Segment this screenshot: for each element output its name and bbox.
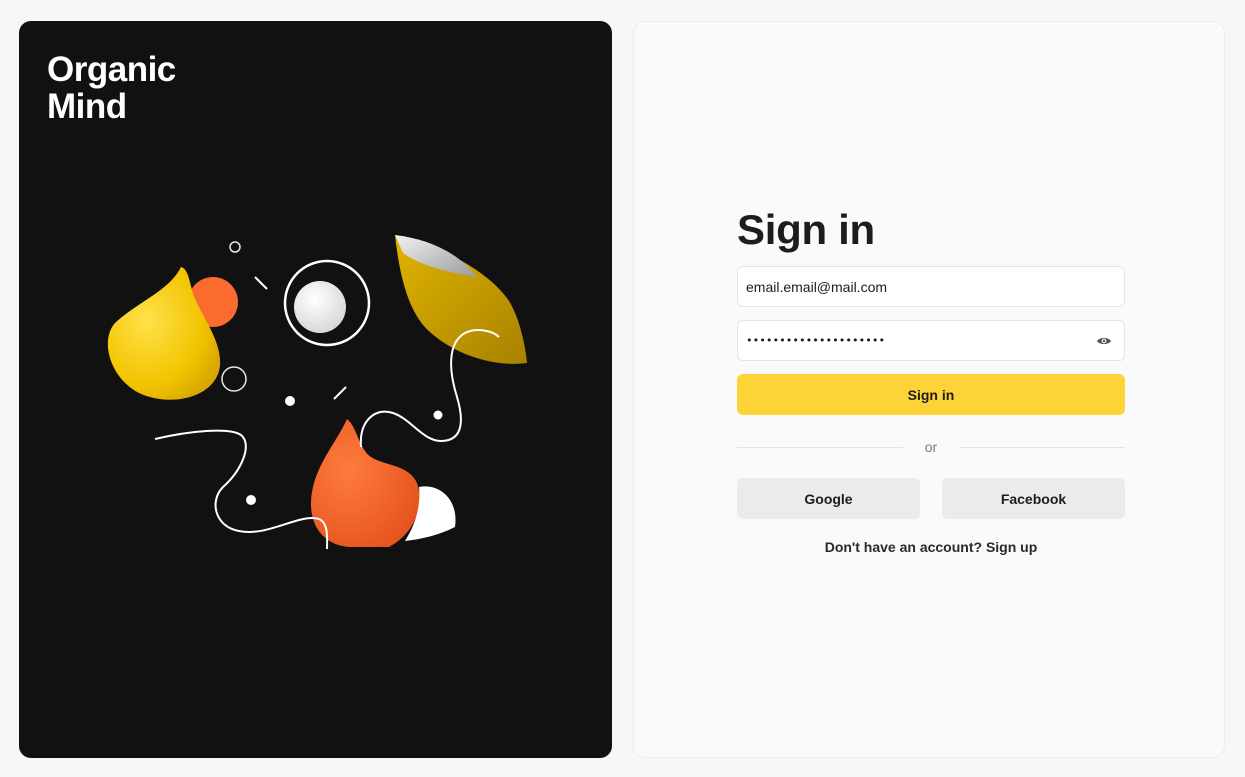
or-divider: or: [737, 437, 1125, 457]
dot: [285, 396, 295, 406]
divider-text: or: [924, 439, 938, 455]
facebook-button[interactable]: Facebook: [942, 478, 1125, 519]
squiggle-line-left: [154, 429, 329, 550]
google-button[interactable]: Google: [737, 478, 920, 519]
illustration-panel: Organic Mind: [19, 21, 612, 758]
form-panel: Sign in Sign in or Google Fac: [633, 21, 1225, 758]
sign-in-form: Sign in Sign in or Google Fac: [737, 206, 1125, 555]
password-field[interactable]: [737, 320, 1125, 361]
sign-in-page: Organic Mind Sign in email.email@mail.co…: [0, 0, 1245, 777]
divider-line: [958, 446, 1125, 448]
email-input[interactable]: [738, 267, 1124, 306]
eye-icon[interactable]: [1096, 335, 1112, 347]
page-title: Sign in: [737, 206, 875, 253]
sign-in-button[interactable]: Sign in: [737, 374, 1125, 415]
signup-prompt-text: Don't have an account?: [824, 539, 983, 555]
orange-blob: [310, 419, 420, 547]
abstract-shapes-illustration: [107, 235, 527, 550]
small-ring: [229, 241, 241, 253]
signup-prompt: Don't have an account? Sign up: [737, 539, 1125, 555]
email-field[interactable]: [737, 266, 1125, 307]
sign-up-link[interactable]: Sign up: [986, 539, 1037, 555]
divider-line: [737, 446, 903, 448]
dot: [433, 410, 443, 420]
ring: [221, 366, 247, 392]
social-login-buttons: Google Facebook: [737, 478, 1125, 519]
dot: [246, 495, 256, 505]
white-ball: [294, 281, 346, 333]
dash-1: [254, 276, 268, 290]
password-input[interactable]: [738, 321, 1124, 360]
dash-2: [333, 386, 347, 400]
